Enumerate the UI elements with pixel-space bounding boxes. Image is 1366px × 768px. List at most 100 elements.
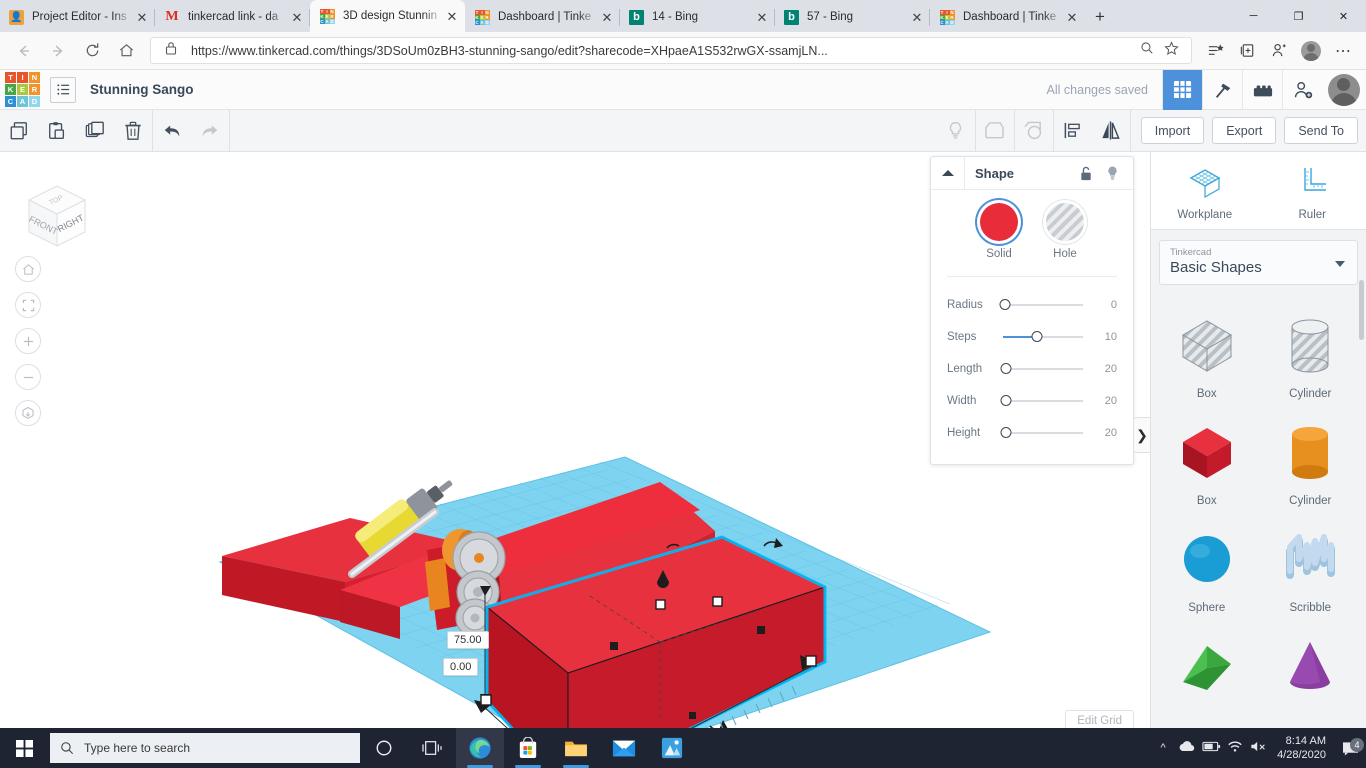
radius-slider[interactable] <box>999 298 1083 312</box>
forward-button[interactable] <box>42 36 74 66</box>
shape-item-cylinder-hole[interactable]: Cylinder <box>1259 303 1363 406</box>
wifi-icon[interactable] <box>1223 740 1247 756</box>
shape-item-cone[interactable]: Cone <box>1259 624 1363 690</box>
mirror-icon[interactable] <box>1092 110 1130 152</box>
panel-scrollbar[interactable] <box>1359 280 1364 340</box>
export-button[interactable]: Export <box>1212 117 1277 144</box>
steps-slider[interactable] <box>1003 330 1083 344</box>
close-window-button[interactable]: ✕ <box>1321 0 1366 32</box>
tinkercad-logo[interactable]: TIN KER CAD <box>5 72 40 107</box>
ungroup-icon[interactable] <box>1015 110 1053 152</box>
width-value[interactable]: 20 <box>1083 395 1117 407</box>
cortana-icon[interactable] <box>360 728 408 768</box>
lightbulb-icon[interactable] <box>937 110 975 152</box>
notifications-button[interactable]: 4 <box>1334 737 1366 756</box>
task-view-icon[interactable] <box>408 728 456 768</box>
address-bar[interactable]: https://www.tinkercad.com/things/3DSoUm0… <box>150 37 1192 64</box>
new-tab-button[interactable]: + <box>1085 2 1115 32</box>
collapse-panel-icon[interactable] <box>931 156 965 190</box>
minimize-button[interactable]: ─ <box>1231 0 1276 32</box>
radius-value[interactable]: 0 <box>1083 299 1117 311</box>
height-value[interactable]: 20 <box>1083 427 1117 439</box>
import-button[interactable]: Import <box>1140 117 1205 144</box>
browser-tab[interactable]: 👤 Project Editor - Ins ✕ <box>0 2 155 32</box>
reload-icon[interactable] <box>76 36 108 66</box>
user-avatar[interactable] <box>1328 73 1360 106</box>
back-button[interactable] <box>8 36 40 66</box>
photos-icon[interactable] <box>648 728 696 768</box>
close-icon[interactable]: ✕ <box>443 7 461 25</box>
shape-item-sphere[interactable]: Sphere <box>1155 517 1259 620</box>
onedrive-icon[interactable] <box>1175 740 1199 756</box>
close-icon[interactable]: ✕ <box>598 8 616 26</box>
browser-tab[interactable]: b 14 - Bing ✕ <box>620 2 775 32</box>
share-profile-icon[interactable] <box>1264 36 1294 66</box>
home-icon[interactable] <box>110 36 142 66</box>
tab-codeblocks[interactable] <box>1242 69 1282 110</box>
volume-mute-icon[interactable] <box>1247 740 1271 756</box>
shape-item-box[interactable]: Box <box>1155 410 1259 513</box>
invite-person-icon[interactable] <box>1282 69 1322 110</box>
store-icon[interactable] <box>504 728 552 768</box>
taskbar-search-box[interactable]: Type here to search <box>50 733 360 763</box>
length-slider[interactable] <box>1000 362 1083 376</box>
close-icon[interactable]: ✕ <box>133 8 151 26</box>
mail-icon[interactable] <box>600 728 648 768</box>
ruler-tool[interactable]: Ruler <box>1259 152 1366 229</box>
dimension-label[interactable]: 75.00 <box>447 631 489 649</box>
browser-settings-icon[interactable]: ⋯ <box>1328 36 1358 66</box>
maximize-button[interactable]: ❐ <box>1276 0 1321 32</box>
explorer-icon[interactable] <box>552 728 600 768</box>
shape-library-dropdown[interactable]: Tinkercad Basic Shapes <box>1159 240 1358 285</box>
solid-mode-option[interactable]: Solid <box>980 203 1018 260</box>
steps-value[interactable]: 10 <box>1083 331 1117 343</box>
fit-view-icon[interactable] <box>15 292 41 318</box>
browser-tab[interactable]: M tinkercad link - da ✕ <box>155 2 310 32</box>
redo-icon[interactable] <box>191 110 229 152</box>
delete-icon[interactable] <box>114 110 152 152</box>
lightbulb-icon[interactable] <box>1099 165 1125 181</box>
width-slider[interactable] <box>1000 394 1083 408</box>
shape-item-box-hole[interactable]: Box <box>1155 303 1259 406</box>
profile-avatar[interactable] <box>1296 36 1326 66</box>
hole-mode-option[interactable]: Hole <box>1046 203 1084 260</box>
favorite-star-icon[interactable] <box>1159 40 1183 61</box>
shape-item-scribble[interactable]: Scribble <box>1259 517 1363 620</box>
close-icon[interactable]: ✕ <box>908 8 926 26</box>
copy-icon[interactable] <box>0 110 38 152</box>
battery-icon[interactable] <box>1199 741 1223 755</box>
tab-circuits[interactable] <box>1202 69 1242 110</box>
close-icon[interactable]: ✕ <box>288 8 306 26</box>
height-slider[interactable] <box>1000 426 1083 440</box>
dimension-label[interactable]: 0.00 <box>443 658 479 676</box>
edge-icon[interactable] <box>456 728 504 768</box>
zoom-out-icon[interactable] <box>15 364 41 390</box>
browser-tab-active[interactable]: TIN KER CAD 3D design Stunnin ✕ <box>310 0 465 32</box>
shape-item-roof[interactable]: Roof <box>1155 624 1259 690</box>
browser-tab[interactable]: b 57 - Bing ✕ <box>775 2 930 32</box>
favorites-list-icon[interactable] <box>1200 36 1230 66</box>
zoom-in-icon[interactable] <box>15 328 41 354</box>
workplane-tool[interactable]: Workplane <box>1151 152 1259 229</box>
home-view-icon[interactable] <box>15 256 41 282</box>
close-icon[interactable]: ✕ <box>1063 8 1081 26</box>
search-icon[interactable] <box>1135 41 1159 60</box>
start-button[interactable] <box>0 728 48 768</box>
unlock-icon[interactable] <box>1073 166 1099 181</box>
taskbar-clock[interactable]: 8:14 AM 4/28/2020 <box>1277 734 1326 762</box>
paste-icon[interactable] <box>38 110 76 152</box>
collections-icon[interactable] <box>1232 36 1262 66</box>
chevron-up-icon[interactable]: ^ <box>1151 742 1175 754</box>
shape-item-cylinder[interactable]: Cylinder <box>1259 410 1363 513</box>
send-to-button[interactable]: Send To <box>1284 117 1358 144</box>
align-icon[interactable] <box>1054 110 1092 152</box>
tab-3d-design[interactable] <box>1162 69 1202 110</box>
browser-tab[interactable]: TIN KER CAD Dashboard | Tinke ✕ <box>465 2 620 32</box>
project-list-icon[interactable] <box>50 76 76 103</box>
length-value[interactable]: 20 <box>1083 363 1117 375</box>
design-title[interactable]: Stunning Sango <box>90 82 194 97</box>
view-cube[interactable]: TOP FRONT RIGHT <box>15 178 95 263</box>
undo-icon[interactable] <box>153 110 191 152</box>
ortho-view-icon[interactable] <box>15 400 41 426</box>
duplicate-icon[interactable] <box>76 110 114 152</box>
